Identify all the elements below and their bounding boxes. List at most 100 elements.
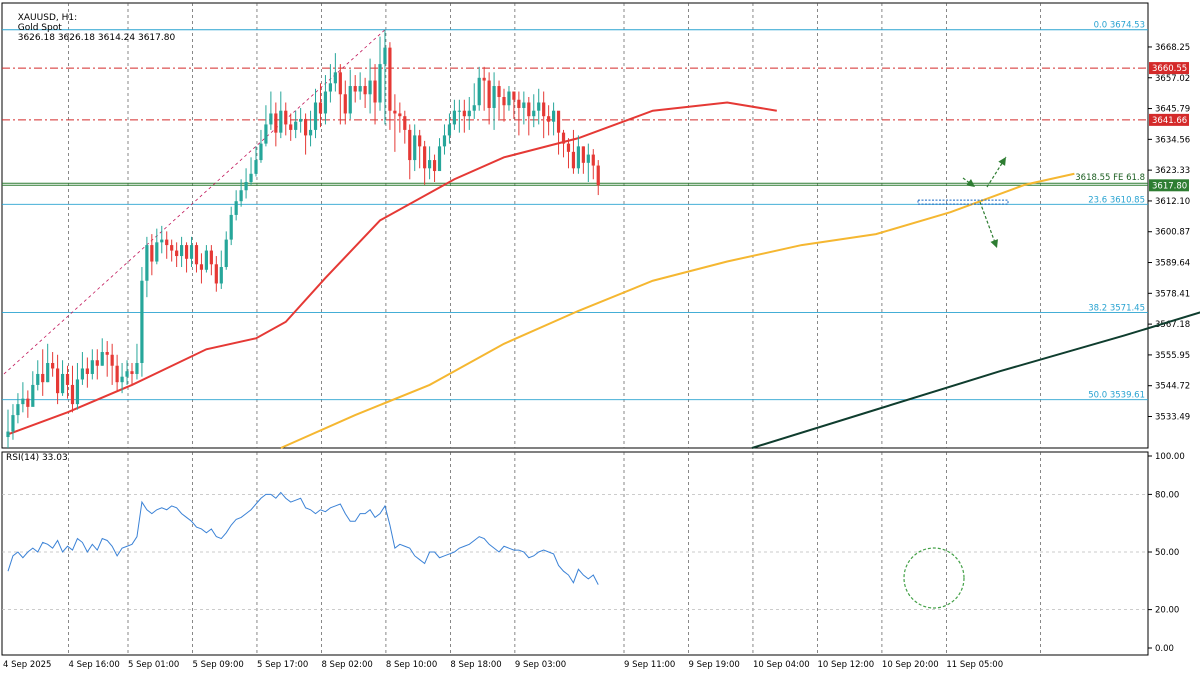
x-tick-label: 8 Sep 10:00 xyxy=(386,660,437,670)
x-tick-label: 9 Sep 19:00 xyxy=(688,660,739,670)
candle xyxy=(561,132,566,144)
candle xyxy=(447,124,452,136)
candle xyxy=(467,110,471,117)
candle xyxy=(487,80,491,108)
candle xyxy=(130,371,134,374)
candle xyxy=(586,154,590,163)
candle xyxy=(284,110,288,125)
x-tick-label: 5 Sep 17:00 xyxy=(257,660,308,670)
candle xyxy=(323,91,328,114)
rsi-tick-label: 50.00 xyxy=(1155,548,1179,558)
candle xyxy=(472,105,476,111)
x-tick-label: 8 Sep 18:00 xyxy=(450,660,501,670)
candle xyxy=(189,245,194,259)
candle xyxy=(120,376,124,383)
rsi-tick-label: 100.00 xyxy=(1155,452,1185,462)
candle xyxy=(90,360,94,374)
candle xyxy=(259,143,263,161)
candle xyxy=(209,250,213,265)
candle xyxy=(135,362,139,374)
candle xyxy=(517,99,521,108)
candle xyxy=(269,113,273,125)
candle xyxy=(527,102,531,117)
candle xyxy=(51,362,55,369)
candle xyxy=(11,415,15,432)
y-tick-label: 3533.49 xyxy=(1155,412,1190,422)
candle xyxy=(180,245,184,257)
fib-level-label: 0.0 3674.53 xyxy=(1094,21,1145,31)
candle xyxy=(428,160,432,169)
candle xyxy=(507,91,511,106)
candle xyxy=(80,368,84,380)
instrument-name: Gold Spot xyxy=(17,23,62,33)
candle xyxy=(423,146,427,169)
candle xyxy=(522,102,526,108)
candle xyxy=(170,245,174,251)
x-tick-label: 4 Sep 16:00 xyxy=(68,660,119,670)
candle xyxy=(204,250,208,270)
candle xyxy=(125,371,129,377)
candle xyxy=(333,72,337,84)
candle xyxy=(492,86,496,108)
candle xyxy=(452,110,456,125)
candle xyxy=(244,182,248,191)
candle xyxy=(16,404,20,416)
candle xyxy=(145,245,149,281)
x-tick-label: 9 Sep 03:00 xyxy=(515,660,566,670)
candle xyxy=(31,384,35,407)
candle xyxy=(36,373,40,385)
candle xyxy=(596,165,600,186)
candle xyxy=(65,373,70,385)
fib-level-label: 23.6 3610.85 xyxy=(1088,195,1145,205)
candle xyxy=(393,110,397,114)
x-tick-label: 8 Sep 02:00 xyxy=(321,660,372,670)
y-tick-label: 3634.56 xyxy=(1155,135,1190,145)
candle xyxy=(566,143,571,152)
candle xyxy=(313,102,318,130)
candle xyxy=(442,135,447,147)
chart-header: XAUUSD, H1: Gold Spot 3626.18 3626.18 36… xyxy=(12,3,175,43)
y-tick-label: 3600.87 xyxy=(1155,228,1190,238)
fib-level-label: 38.2 3571.45 xyxy=(1088,303,1145,313)
candle xyxy=(110,354,114,366)
x-tick-label: 10 Sep 04:00 xyxy=(753,660,810,670)
candle xyxy=(457,110,461,112)
candle xyxy=(95,360,99,366)
candle xyxy=(115,365,119,383)
price-chart[interactable]: 4 Sep 2025 4 Sep 16:00 5 Sep 01:00 5 Sep 09… xyxy=(0,0,1200,675)
y-tick-label: 3623.33 xyxy=(1155,166,1190,176)
candle xyxy=(542,102,546,117)
candle xyxy=(214,264,218,284)
candle xyxy=(318,102,323,114)
candle xyxy=(547,116,551,122)
y-tick-label: 3544.72 xyxy=(1155,382,1190,392)
y-tick-label: 3555.95 xyxy=(1155,351,1190,361)
x-tick-label: 4 Sep 2025 xyxy=(3,660,51,670)
x-tick-label: 10 Sep 12:00 xyxy=(817,660,874,670)
candle xyxy=(497,86,501,98)
candle xyxy=(85,368,89,374)
resistance-price-tag: 3660.55 xyxy=(1152,64,1187,74)
candle xyxy=(408,129,412,161)
candle xyxy=(60,373,65,394)
candle xyxy=(556,110,561,133)
candle xyxy=(249,173,253,183)
candle xyxy=(477,77,481,106)
candle xyxy=(418,135,422,147)
rsi-tick-label: 20.00 xyxy=(1155,606,1179,616)
candle xyxy=(363,86,367,95)
ohlc-values: 3626.18 3626.18 3614.24 3617.80 xyxy=(17,33,176,43)
candle xyxy=(462,110,466,117)
candle xyxy=(46,362,50,383)
candle xyxy=(591,154,595,166)
candle xyxy=(532,110,536,117)
y-tick-label: 3668.25 xyxy=(1155,43,1190,53)
candle xyxy=(150,245,154,262)
candle xyxy=(413,135,417,161)
candle xyxy=(234,201,238,215)
candle xyxy=(378,64,382,103)
current-price-tag: 3617.80 xyxy=(1152,181,1187,191)
candle xyxy=(56,368,60,394)
candle xyxy=(304,118,308,136)
candle xyxy=(199,264,204,270)
